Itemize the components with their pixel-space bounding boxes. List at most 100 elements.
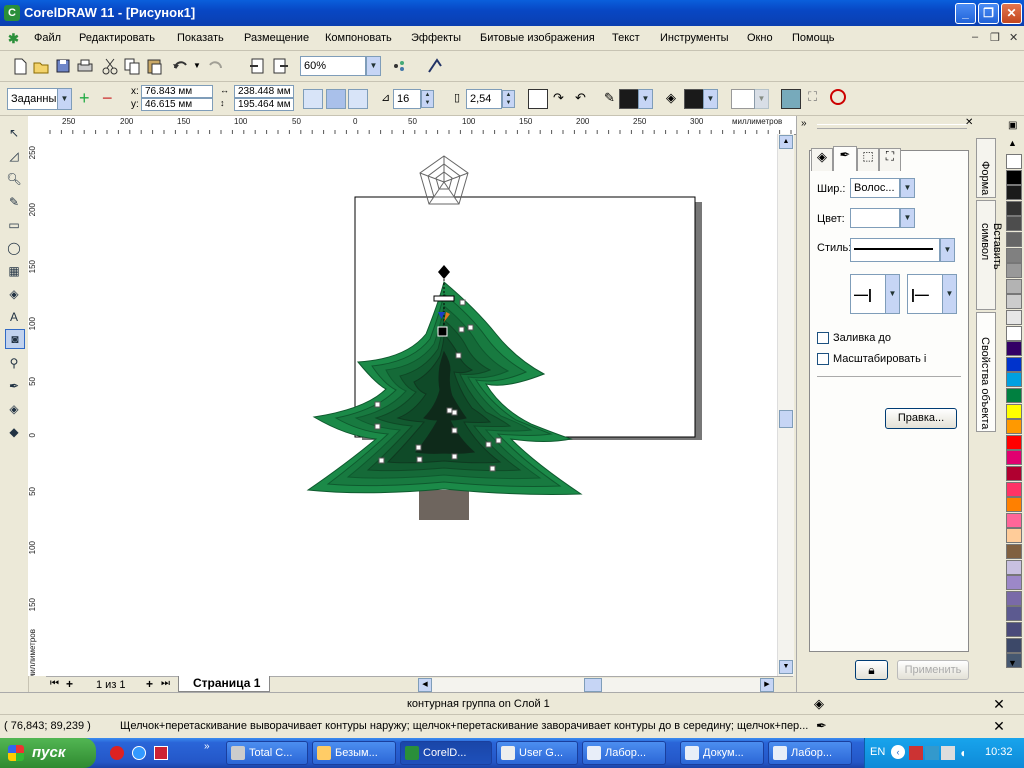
menu-text[interactable]: Текст: [612, 32, 640, 44]
menu-view[interactable]: Показать: [177, 32, 224, 44]
preset-field[interactable]: Заданны: [7, 88, 59, 110]
pick-tool-icon[interactable]: ↖: [5, 124, 23, 142]
task-coreldraw[interactable]: CorelD...: [400, 741, 492, 765]
ellipse-tool-icon[interactable]: ◯: [5, 239, 23, 257]
outline-tool-icon[interactable]: ✒: [5, 377, 23, 395]
palette-swatch[interactable]: [1006, 341, 1022, 357]
horizontal-scroll-thumb[interactable]: [584, 678, 602, 692]
palette-flyout-icon[interactable]: ▣: [1008, 120, 1017, 131]
palette-swatch[interactable]: [1006, 372, 1022, 388]
fill-end-dropdown-icon[interactable]: ▼: [754, 89, 769, 109]
quicklaunch-app-icon[interactable]: [154, 746, 168, 760]
page-tab[interactable]: Страница 1: [178, 676, 270, 692]
task-user-guide[interactable]: User G...: [496, 741, 578, 765]
scroll-left-icon[interactable]: ◀: [418, 678, 432, 692]
quicklaunch-more-icon[interactable]: »: [204, 741, 210, 752]
open-icon[interactable]: [31, 56, 51, 76]
text-tool-icon[interactable]: A: [5, 308, 23, 326]
outline-width-dropdown-icon[interactable]: ▼: [900, 178, 915, 198]
palette-swatch[interactable]: [1006, 232, 1022, 247]
general-tab-icon[interactable]: ⬚: [857, 148, 879, 171]
corel-online-icon[interactable]: [425, 56, 445, 76]
add-preset-icon[interactable]: +: [79, 88, 90, 109]
palette-swatch[interactable]: [1006, 169, 1022, 185]
horizontal-ruler[interactable]: 250 200 150 100 50 0 50 100 150 200 250 …: [46, 116, 796, 135]
docker-close-icon[interactable]: ✕: [965, 117, 973, 128]
menu-window[interactable]: Окно: [747, 32, 773, 44]
eyedropper-tool-icon[interactable]: ⚲: [5, 354, 23, 372]
offset-spinner-icon[interactable]: ▲ ▼: [502, 90, 515, 108]
palette-swatch[interactable]: [1006, 325, 1022, 341]
drawing-canvas[interactable]: [46, 134, 777, 676]
contour-slider[interactable]: [433, 295, 455, 302]
import-icon[interactable]: [248, 56, 268, 76]
palette-swatch[interactable]: [1006, 278, 1022, 294]
x-position-field[interactable]: 76.843 мм: [141, 85, 213, 98]
copy-contour-icon[interactable]: [781, 89, 801, 109]
lock-icon[interactable]: 🔒︎: [855, 660, 888, 680]
menu-arrange[interactable]: Размещение: [244, 32, 309, 44]
task-word-lab-1[interactable]: Лабор...: [582, 741, 666, 765]
undo-dropdown-icon[interactable]: ▼: [193, 61, 201, 70]
interactive-fill-tool-icon[interactable]: ◆: [5, 423, 23, 441]
zoom-dropdown-icon[interactable]: ▼: [366, 56, 381, 76]
language-indicator[interactable]: EN: [870, 746, 885, 758]
mdi-close-icon[interactable]: ✕: [1009, 31, 1018, 44]
zoom-tool-icon[interactable]: 🔍︎: [5, 170, 23, 188]
palette-swatch[interactable]: [1006, 450, 1022, 466]
vertical-scrollbar[interactable]: ▲ ▼: [777, 134, 794, 676]
palette-swatch[interactable]: [1006, 185, 1022, 201]
shape-tool-icon[interactable]: ◿: [5, 147, 23, 165]
contour-tool-icon[interactable]: ◙: [5, 329, 25, 349]
palette-swatch[interactable]: [1006, 263, 1022, 279]
apply-button[interactable]: Применить: [897, 660, 969, 680]
palette-swatch[interactable]: [1006, 559, 1022, 575]
steps-field[interactable]: 16: [393, 89, 421, 109]
palette-swatch[interactable]: [1006, 419, 1022, 435]
end-arrow-dropdown-icon[interactable]: ▼: [942, 274, 957, 314]
add-page-before-icon[interactable]: +: [66, 677, 73, 691]
outline-color-dropdown-icon[interactable]: ▼: [638, 89, 653, 109]
vertical-ruler[interactable]: 250 200 150 100 50 0 50 100 150 миллимет…: [28, 134, 47, 676]
menu-edit[interactable]: Редактировать: [79, 32, 155, 44]
fill-color-swatch[interactable]: [684, 89, 704, 109]
minimize-button[interactable]: _: [955, 3, 976, 24]
edit-button[interactable]: Правка...: [885, 408, 957, 429]
cut-icon[interactable]: [100, 56, 120, 76]
outline-color-swatch[interactable]: [619, 89, 639, 109]
fill-status-icon[interactable]: ◈: [814, 696, 824, 712]
palette-swatch[interactable]: [1006, 403, 1022, 419]
scroll-right-icon[interactable]: ▶: [760, 678, 774, 692]
palette-swatch[interactable]: [1006, 497, 1022, 513]
undo-icon[interactable]: [170, 56, 190, 76]
contour-end-handle[interactable]: [437, 326, 448, 337]
outline-none-icon[interactable]: ✕: [985, 718, 1013, 734]
palette-swatch[interactable]: [1006, 622, 1022, 637]
y-position-field[interactable]: 46.615 мм: [141, 98, 213, 111]
rectangle-tool-icon[interactable]: ▭: [5, 216, 23, 234]
mdi-minimize-icon[interactable]: –: [972, 31, 978, 43]
palette-swatch[interactable]: [1006, 528, 1022, 544]
docker-grip[interactable]: [817, 124, 967, 129]
paste-icon[interactable]: [144, 56, 164, 76]
preset-dropdown-icon[interactable]: ▼: [57, 88, 72, 110]
object-width-field[interactable]: 238.448 мм: [234, 85, 294, 98]
palette-swatch[interactable]: [1006, 637, 1022, 653]
menu-tools[interactable]: Инструменты: [660, 32, 729, 44]
mdi-restore-icon[interactable]: ❐: [990, 31, 1000, 44]
palette-swatch[interactable]: [1006, 466, 1022, 481]
inside-icon[interactable]: [326, 89, 346, 109]
outside-icon[interactable]: [348, 89, 368, 109]
tab-shape[interactable]: Форма: [976, 138, 996, 198]
outline-width-field[interactable]: Волос...: [850, 178, 900, 198]
scroll-down-icon[interactable]: ▼: [779, 660, 793, 674]
clear-contour-icon[interactable]: [830, 89, 846, 105]
fill-tab-icon[interactable]: ◈: [811, 148, 833, 171]
tab-insert-symbol[interactable]: Вставить символ: [976, 200, 1003, 310]
fill-none-icon[interactable]: ✕: [985, 696, 1013, 712]
menu-bitmaps[interactable]: Битовые изображения: [480, 32, 595, 44]
outline-style-dropdown-icon[interactable]: ▼: [940, 238, 955, 262]
copy-icon[interactable]: [122, 56, 142, 76]
to-center-icon[interactable]: [303, 89, 323, 109]
vertical-scroll-thumb[interactable]: [779, 410, 793, 428]
